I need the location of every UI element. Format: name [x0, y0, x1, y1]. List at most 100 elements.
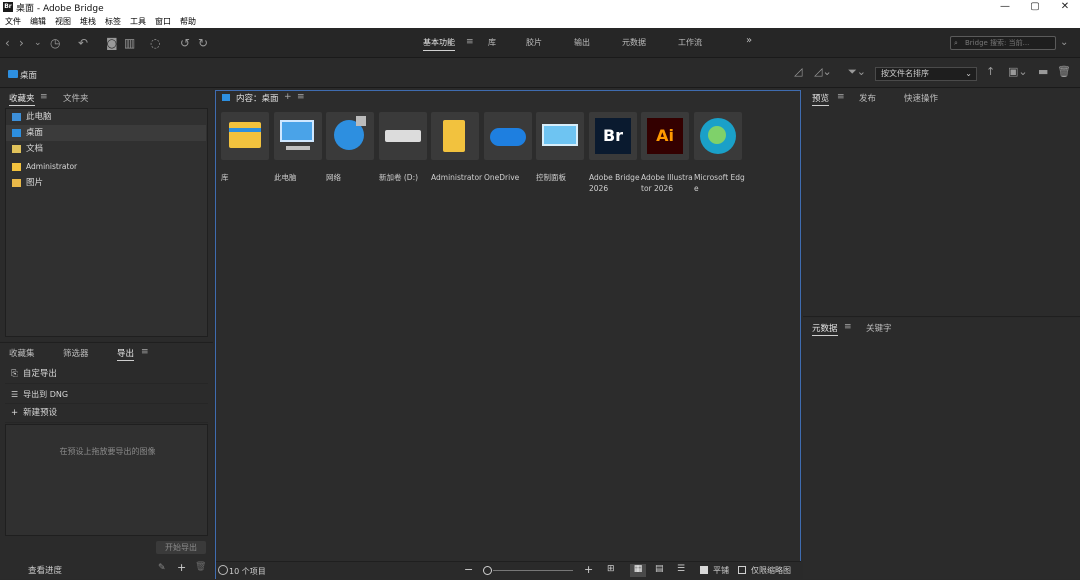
- chevron-down-icon[interactable]: ⌄: [34, 38, 42, 48]
- panel-menu-icon[interactable]: ≡: [40, 92, 48, 102]
- refine-icon[interactable]: ▥: [124, 36, 135, 50]
- add-tab-icon[interactable]: +: [284, 92, 292, 102]
- panel-menu-icon[interactable]: ≡: [297, 92, 305, 102]
- menu-help[interactable]: 帮助: [180, 16, 196, 27]
- tab-export[interactable]: 导出: [117, 347, 135, 361]
- thumbnail-illustrator[interactable]: Ai: [641, 112, 689, 160]
- favorite-label: 此电脑: [26, 112, 52, 122]
- workspace-menu-icon[interactable]: ≡: [466, 37, 474, 47]
- chevron-down-icon: ⌄: [965, 69, 972, 78]
- list-view-icon[interactable]: ☰: [677, 564, 685, 574]
- export-row-label: 导出到 DNG: [23, 390, 69, 399]
- maximize-button[interactable]: ▢: [1020, 0, 1050, 14]
- export-drop-area[interactable]: 在预设上拖放要导出的图像: [5, 424, 208, 536]
- content-panel-icon: [222, 94, 230, 101]
- edit-icon[interactable]: ✎: [158, 563, 166, 573]
- thumbnail-view-button[interactable]: ▦: [630, 564, 646, 577]
- close-button[interactable]: ✕: [1050, 0, 1080, 14]
- new-folder-icon[interactable]: ▣⌄: [1008, 65, 1028, 78]
- export-panel: 收藏集 筛选器 导出 ≡ ⎘ 自定导出 ☰ 导出到 DNG + 新建预设 在预设上拖放…: [0, 342, 213, 579]
- thumbnail-folder[interactable]: [431, 112, 479, 160]
- view-progress-link[interactable]: 查看进度: [28, 564, 62, 576]
- menu-tools[interactable]: 工具: [130, 16, 146, 27]
- tab-favorites[interactable]: 收藏夹: [9, 92, 35, 106]
- start-export-button[interactable]: 开始导出: [156, 541, 206, 554]
- more-workspaces-button[interactable]: »: [746, 35, 752, 46]
- thumbnail-label: Microsoft Edge: [694, 173, 745, 193]
- open-icon[interactable]: ▬: [1038, 65, 1048, 78]
- export-icon: ⎘: [11, 369, 18, 379]
- thumbnail-edge[interactable]: [694, 112, 742, 160]
- rotate-left-icon[interactable]: ↺: [180, 36, 190, 50]
- boomerang-icon[interactable]: ↶: [78, 36, 88, 50]
- zoom-slider-handle[interactable]: [483, 566, 492, 575]
- trash-icon[interactable]: 🗑: [195, 562, 206, 572]
- add-icon[interactable]: +: [177, 561, 186, 574]
- menu-view[interactable]: 视图: [55, 16, 71, 27]
- thumbnail-bridge[interactable]: Br: [589, 112, 637, 160]
- recent-icon[interactable]: ◷: [50, 36, 60, 50]
- thumbnail-control[interactable]: [536, 112, 584, 160]
- tile-checkbox[interactable]: [700, 566, 708, 574]
- menu-label[interactable]: 标签: [105, 16, 121, 27]
- workspace-essentials[interactable]: 基本功能: [423, 37, 455, 51]
- thumbnail-library[interactable]: [221, 112, 269, 160]
- panel-menu-icon[interactable]: ≡: [837, 92, 845, 102]
- zoom-out-button[interactable]: −: [464, 563, 473, 576]
- menu-file[interactable]: 文件: [5, 16, 21, 27]
- favorite-item-documents[interactable]: 文档: [6, 141, 206, 157]
- tab-collections[interactable]: 收藏集: [9, 347, 35, 359]
- export-to-dng[interactable]: ☰ 导出到 DNG: [5, 385, 208, 404]
- tab-quick-actions[interactable]: 快速操作: [904, 92, 938, 104]
- tab-publish[interactable]: 发布: [859, 92, 876, 104]
- path-location[interactable]: 桌面: [20, 69, 37, 81]
- menu-stack[interactable]: 堆栈: [80, 16, 96, 27]
- zoom-in-button[interactable]: +: [584, 563, 593, 576]
- workspace-library[interactable]: 库: [488, 37, 496, 48]
- new-preset[interactable]: + 新建预设: [5, 404, 208, 423]
- favorite-item-desktop[interactable]: 桌面: [6, 125, 206, 141]
- menu-window[interactable]: 窗口: [155, 16, 171, 27]
- tab-metadata[interactable]: 元数据: [812, 322, 838, 336]
- workspace-output[interactable]: 输出: [574, 37, 590, 48]
- delete-icon[interactable]: 🗑: [1057, 65, 1071, 78]
- back-icon[interactable]: ‹: [5, 36, 10, 50]
- grid-lock-icon[interactable]: ⊞: [607, 564, 615, 574]
- search-dropdown-icon[interactable]: ⌄: [1060, 37, 1068, 48]
- rating-filter-icon[interactable]: ◿⌄: [814, 65, 832, 78]
- quality-icon[interactable]: ◿: [794, 65, 802, 78]
- thumbnail-network[interactable]: [326, 112, 374, 160]
- export-custom[interactable]: ⎘ 自定导出: [5, 365, 208, 384]
- open-in-camera-raw-icon[interactable]: ◌: [150, 36, 160, 50]
- search-input[interactable]: ⌕ Bridge 搜索: 当前...: [950, 36, 1056, 50]
- camera-icon[interactable]: ◙: [106, 36, 118, 50]
- sort-ascending-icon[interactable]: ↑: [986, 65, 995, 78]
- favorite-item-administrator[interactable]: Administrator: [6, 159, 206, 175]
- thumbnail-cloud[interactable]: [484, 112, 532, 160]
- rotate-right-icon[interactable]: ↻: [198, 36, 208, 50]
- panel-menu-icon[interactable]: ≡: [844, 322, 852, 332]
- forward-icon[interactable]: ›: [19, 36, 24, 50]
- zoom-slider-track[interactable]: [493, 570, 573, 571]
- filter-icon[interactable]: ⏷⌄: [848, 65, 866, 79]
- list-icon: ☰: [11, 390, 19, 399]
- tab-filter[interactable]: 筛选器: [63, 347, 89, 359]
- tab-keywords[interactable]: 关键字: [866, 322, 892, 334]
- workspace-filmstrip[interactable]: 胶片: [526, 37, 542, 48]
- thumbnail-label: 控制面板: [536, 173, 566, 182]
- favorite-item-pictures[interactable]: 图片: [6, 175, 206, 191]
- thumbnail-computer[interactable]: [274, 112, 322, 160]
- thumbnails-only-checkbox[interactable]: [738, 566, 746, 574]
- tab-preview[interactable]: 预览: [812, 92, 830, 106]
- details-view-icon[interactable]: ▤: [655, 564, 664, 574]
- panel-menu-icon[interactable]: ≡: [141, 347, 149, 357]
- minimize-button[interactable]: —: [990, 0, 1020, 14]
- workspace-metadata[interactable]: 元数据: [622, 37, 646, 48]
- sort-label: 按文件名排序: [881, 69, 929, 78]
- menu-edit[interactable]: 编辑: [30, 16, 46, 27]
- favorite-item-this-pc[interactable]: 此电脑: [6, 109, 206, 125]
- thumbnail-drive[interactable]: [379, 112, 427, 160]
- tab-folders[interactable]: 文件夹: [63, 92, 89, 104]
- sort-select[interactable]: 按文件名排序 ⌄: [875, 67, 977, 81]
- workspace-workflow[interactable]: 工作流: [678, 37, 702, 48]
